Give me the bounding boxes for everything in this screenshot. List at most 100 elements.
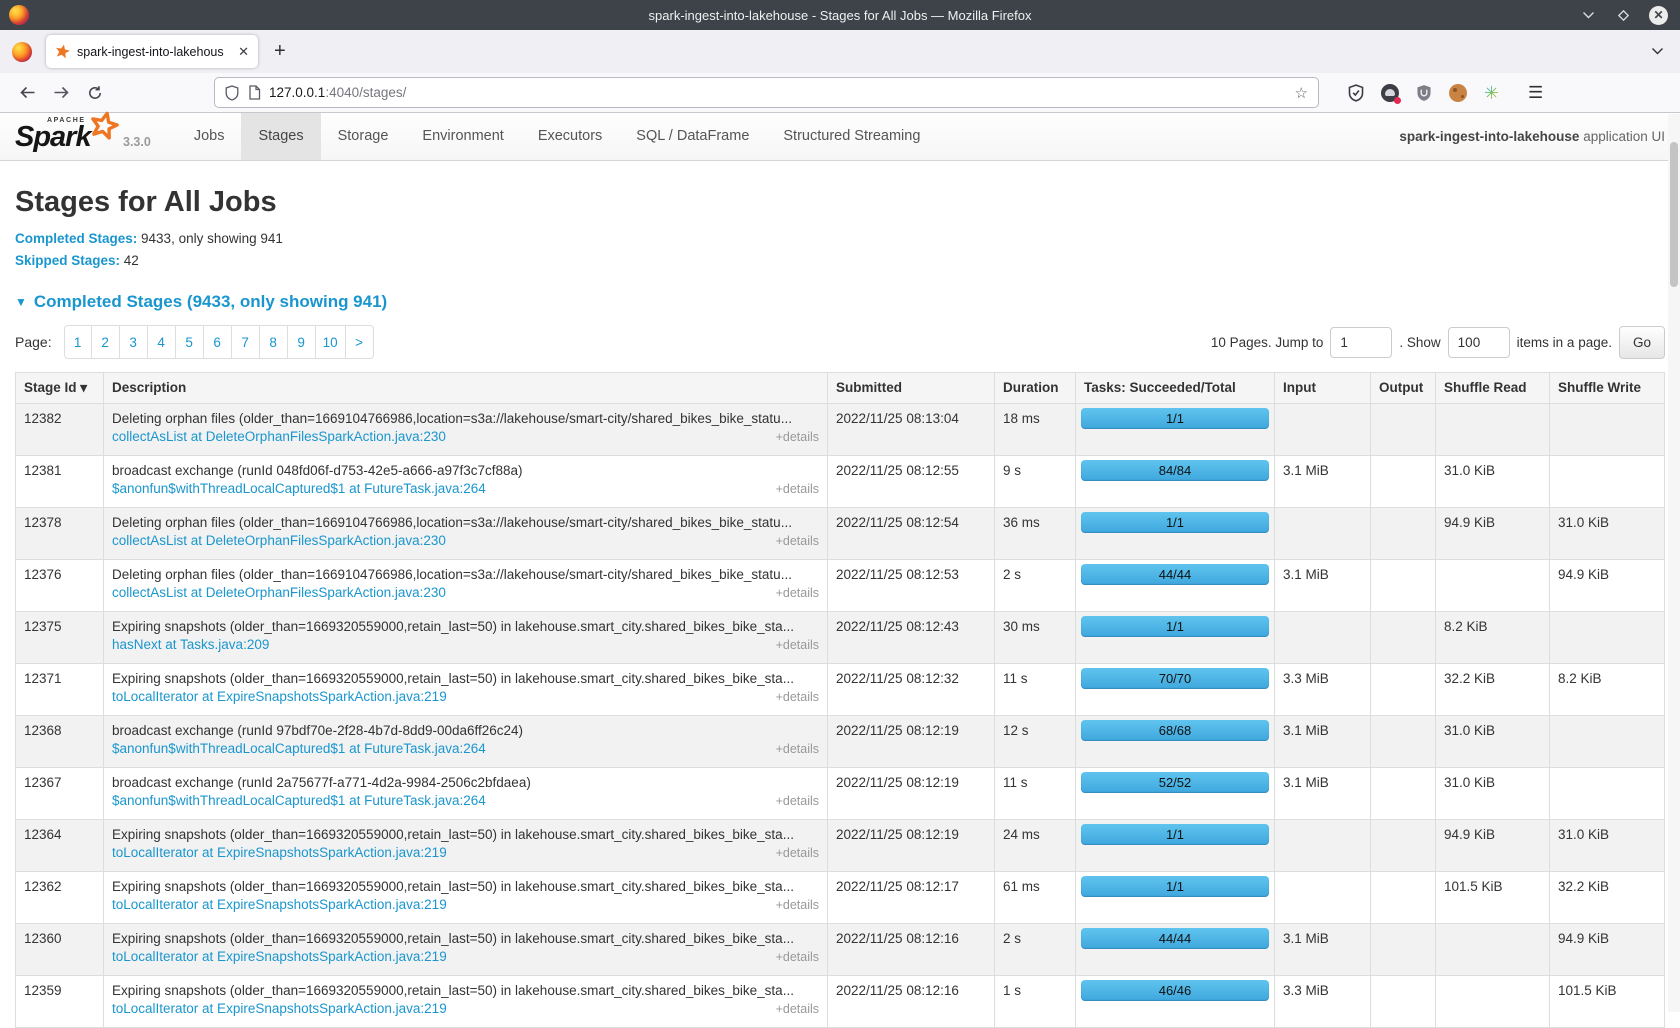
shuffle-write-cell [1550,716,1665,768]
jump-to-page-input[interactable] [1330,327,1392,358]
page-info-icon[interactable] [248,85,261,100]
stage-detail-link[interactable]: collectAsList at DeleteOrphanFilesSparkA… [112,533,446,548]
cookie-extension-icon[interactable] [1447,82,1468,103]
page-number-button[interactable]: 3 [120,325,148,359]
stage-detail-link[interactable]: toLocalIterator at ExpireSnapshotsSparkA… [112,845,447,860]
tasks-cell: 1/1 [1076,612,1275,664]
details-toggle[interactable]: +details [776,950,819,964]
stage-detail-link[interactable]: toLocalIterator at ExpireSnapshotsSparkA… [112,689,447,704]
spark-nav-tab[interactable]: Storage [321,113,406,160]
page-number-button[interactable]: 7 [232,325,260,359]
tracking-shield-icon[interactable] [225,85,239,101]
stage-detail-link[interactable]: hasNext at Tasks.java:209 [112,637,269,652]
spark-nav-tab[interactable]: Structured Streaming [766,113,937,160]
details-toggle[interactable]: +details [776,742,819,756]
shuffle-write-cell: 31.0 KiB [1550,508,1665,560]
spark-nav-tab[interactable]: Executors [521,113,619,160]
column-header[interactable]: Stage Id ▾ [16,373,104,404]
spark-star-icon [89,111,119,141]
stage-detail-link[interactable]: toLocalIterator at ExpireSnapshotsSparkA… [112,1001,447,1016]
go-button[interactable]: Go [1619,326,1665,359]
stage-detail-link[interactable]: collectAsList at DeleteOrphanFilesSparkA… [112,585,446,600]
shield-check-extension-icon[interactable] [1345,82,1366,103]
spark-nav-tab[interactable]: SQL / DataFrame [619,113,766,160]
new-tab-button[interactable]: + [274,40,286,63]
privacy-mask-extension-icon[interactable] [1379,82,1400,103]
page-number-button[interactable]: 2 [92,325,120,359]
forward-button[interactable] [46,78,76,108]
stage-detail-link[interactable]: toLocalIterator at ExpireSnapshotsSparkA… [112,949,447,964]
page-number-button[interactable]: 5 [176,325,204,359]
asterisk-extension-icon[interactable]: ✳ [1481,82,1502,103]
column-header[interactable]: Output [1371,373,1436,404]
window-titlebar[interactable]: spark-ingest-into-lakehouse - Stages for… [0,0,1680,30]
scrollbar-thumb[interactable] [1670,142,1678,287]
details-toggle[interactable]: +details [776,638,819,652]
stage-detail-link[interactable]: $anonfun$withThreadLocalCaptured$1 at Fu… [112,793,486,808]
page-number-button[interactable]: 1 [64,325,92,359]
items-per-page-input[interactable] [1448,327,1510,358]
page-number-button[interactable]: > [346,325,374,359]
details-toggle[interactable]: +details [776,534,819,548]
stage-detail-link[interactable]: $anonfun$withThreadLocalCaptured$1 at Fu… [112,741,486,756]
stage-id-cell: 12376 [16,560,104,612]
details-toggle[interactable]: +details [776,1002,819,1016]
firefox-view-button[interactable] [12,42,32,62]
browser-tab-active[interactable]: spark-ingest-into-lakehous ✕ [46,35,258,68]
stage-id-cell: 12371 [16,664,104,716]
tab-title: spark-ingest-into-lakehous [77,45,232,59]
url-bar[interactable]: 127.0.0.1:4040/stages/ ☆ [214,77,1319,108]
stages-table: Stage Id ▾DescriptionSubmittedDurationTa… [15,372,1665,1028]
details-toggle[interactable]: +details [776,846,819,860]
back-button[interactable] [12,78,42,108]
details-toggle[interactable]: +details [776,586,819,600]
stage-id-cell: 12367 [16,768,104,820]
details-toggle[interactable]: +details [776,482,819,496]
spark-nav-tab[interactable]: Jobs [177,113,242,160]
vertical-scrollbar[interactable] [1668,114,1680,1012]
details-toggle[interactable]: +details [776,430,819,444]
column-header[interactable]: Description [104,373,828,404]
stage-detail-link[interactable]: toLocalIterator at ExpireSnapshotsSparkA… [112,897,447,912]
column-header[interactable]: Shuffle Read [1436,373,1550,404]
window-maximize-button[interactable] [1614,6,1633,25]
column-header[interactable]: Duration [995,373,1076,404]
bookmark-star-icon[interactable]: ☆ [1295,84,1308,102]
details-toggle[interactable]: +details [776,690,819,704]
column-header[interactable]: Input [1275,373,1371,404]
tasks-cell: 44/44 [1076,560,1275,612]
spark-nav-tab[interactable]: Stages [241,113,320,160]
skipped-stages-label[interactable]: Skipped Stages: [15,253,120,268]
menu-button[interactable]: ☰ [1528,83,1543,103]
submitted-cell: 2022/11/25 08:12:32 [828,664,995,716]
output-cell [1371,924,1436,976]
page-number-button[interactable]: 8 [260,325,288,359]
page-number-button[interactable]: 4 [148,325,176,359]
tasks-progress-bar: 1/1 [1081,616,1269,637]
details-toggle[interactable]: +details [776,794,819,808]
spark-nav-tab[interactable]: Environment [405,113,520,160]
window-minimize-button[interactable] [1579,6,1598,25]
page-number-button[interactable]: 6 [204,325,232,359]
tab-list-chevron-icon[interactable] [1651,47,1664,56]
page-number-button[interactable]: 9 [288,325,316,359]
stage-detail-link[interactable]: collectAsList at DeleteOrphanFilesSparkA… [112,429,446,444]
stage-id-cell: 12359 [16,976,104,1028]
column-header[interactable]: Shuffle Write [1550,373,1665,404]
spark-logo[interactable]: APACHE Spark [15,113,115,161]
browser-tab-bar: spark-ingest-into-lakehous ✕ + [0,30,1680,73]
window-close-button[interactable]: ✕ [1649,6,1668,25]
column-header[interactable]: Tasks: Succeeded/Total [1076,373,1275,404]
details-toggle[interactable]: +details [776,898,819,912]
ublock-shield-extension-icon[interactable] [1413,82,1434,103]
output-cell [1371,872,1436,924]
reload-button[interactable] [80,78,110,108]
output-cell [1371,560,1436,612]
column-header[interactable]: Submitted [828,373,995,404]
page-number-button[interactable]: 10 [316,325,346,359]
completed-stages-section-header[interactable]: ▼ Completed Stages (9433, only showing 9… [15,292,1665,312]
stage-table-row: 12382 Deleting orphan files (older_than=… [16,404,1665,456]
stage-detail-link[interactable]: $anonfun$withThreadLocalCaptured$1 at Fu… [112,481,486,496]
completed-stages-label[interactable]: Completed Stages: [15,231,137,246]
tab-close-icon[interactable]: ✕ [232,44,249,60]
